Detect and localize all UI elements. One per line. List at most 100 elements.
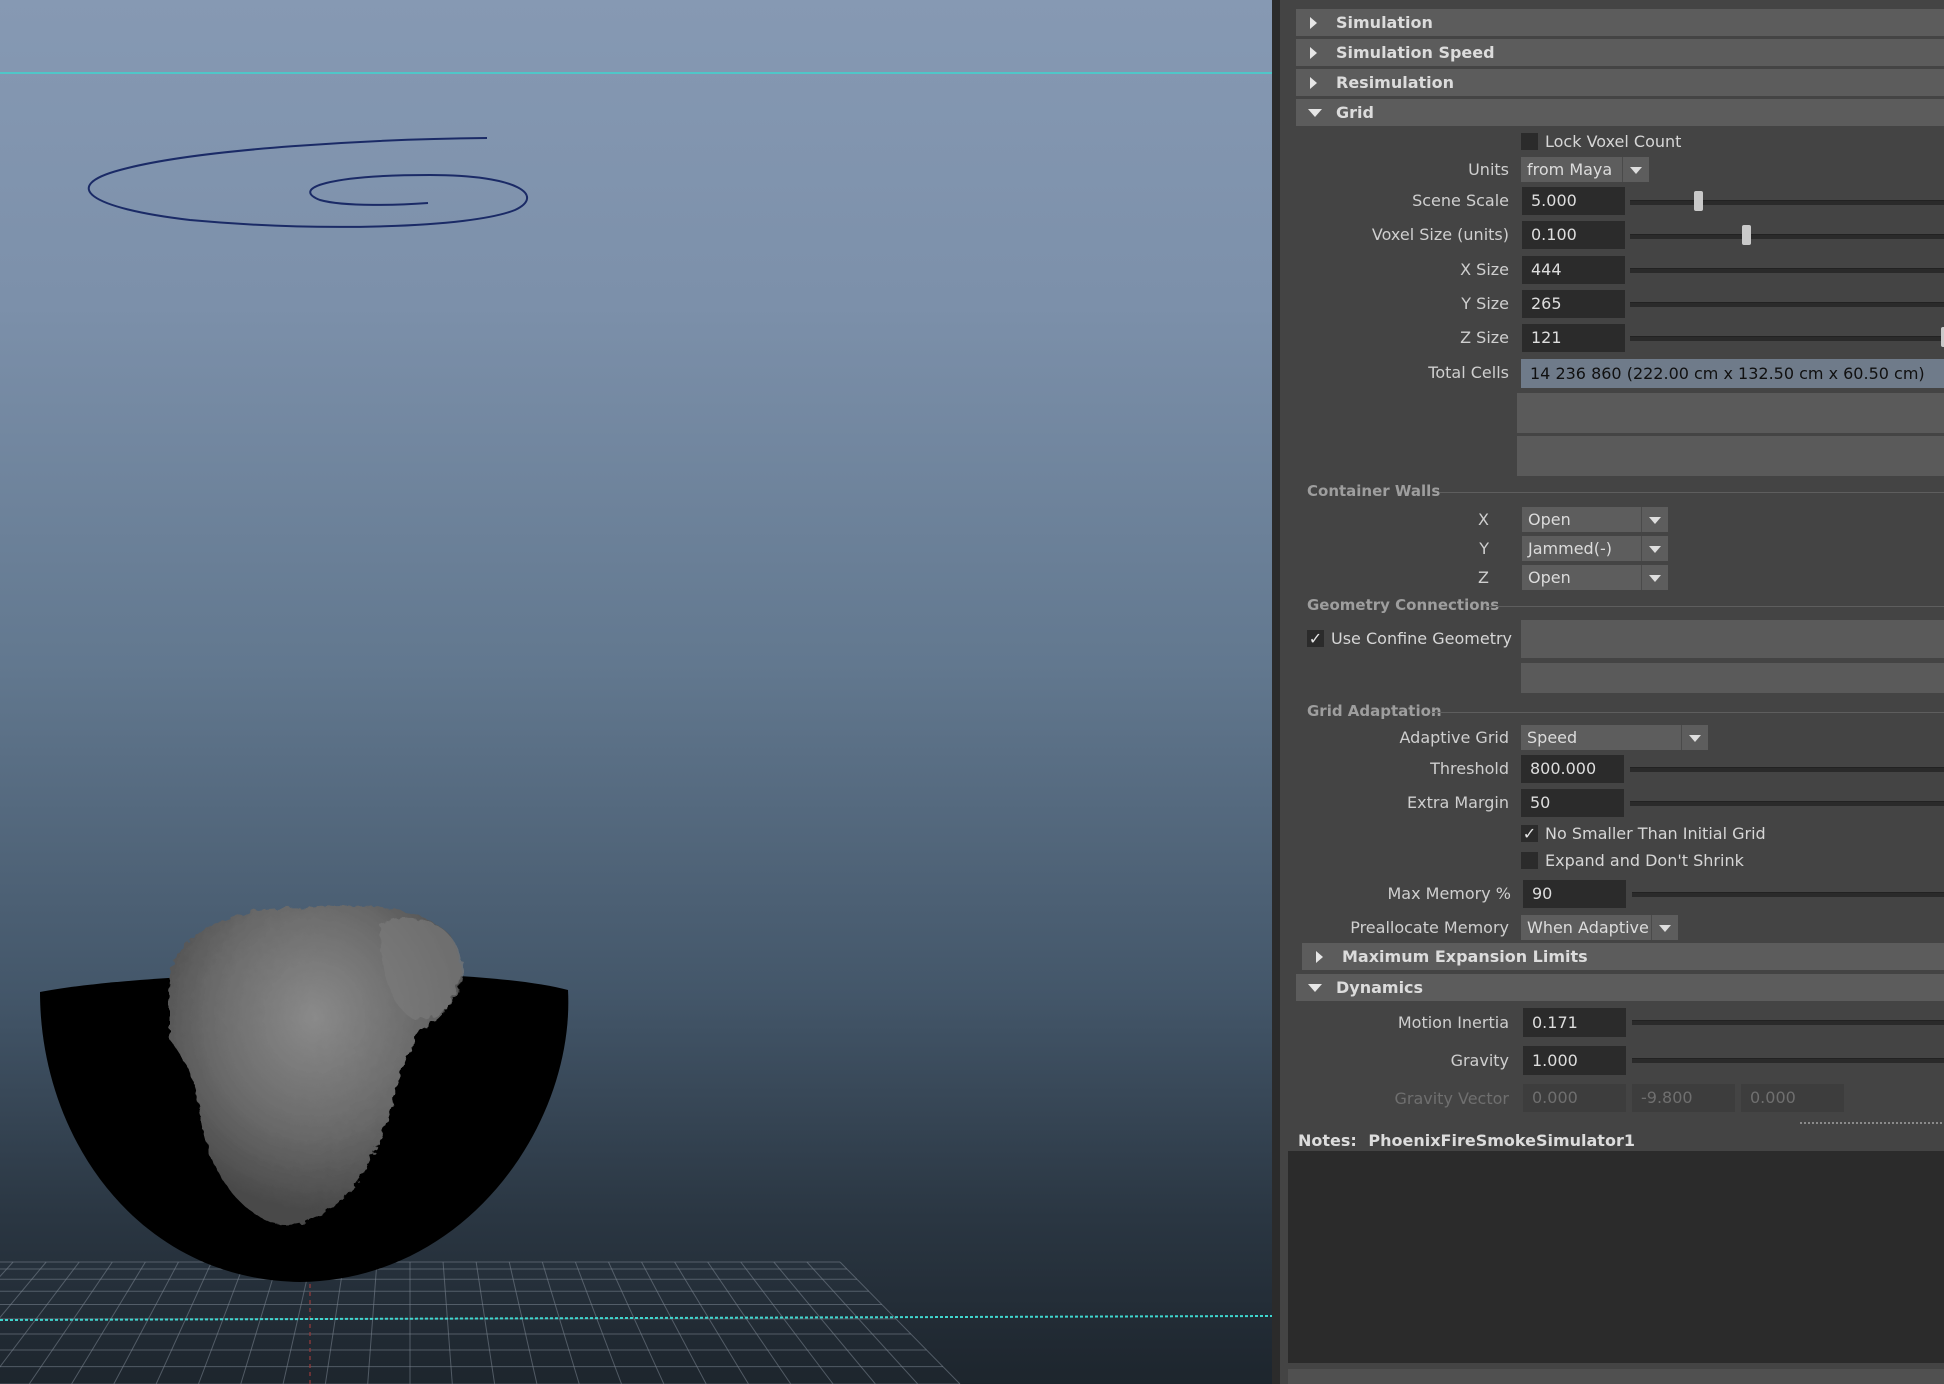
gravity-vector-y-field[interactable]: -9.800: [1632, 1084, 1735, 1112]
checkmark-icon: ✓: [1522, 824, 1537, 843]
lock-voxel-count-checkbox[interactable]: [1521, 133, 1538, 150]
section-grid[interactable]: Grid: [1296, 99, 1944, 126]
ground-grid-line: [367, 1261, 378, 1384]
extra-margin-slider[interactable]: [1630, 801, 1944, 806]
notes-label: Notes:: [1298, 1131, 1357, 1150]
section-resimulation[interactable]: Resimulation: [1296, 69, 1944, 96]
motion-inertia-label: Motion Inertia: [1397, 1013, 1509, 1032]
section-title: Dynamics: [1336, 978, 1424, 997]
units-label: Units: [1468, 160, 1509, 179]
wall-y-dropdown[interactable]: Jammed(-): [1522, 536, 1668, 561]
x-size-field[interactable]: 444: [1522, 256, 1625, 284]
ground-grid-line: [113, 1261, 179, 1384]
ground-grid-line: [28, 1261, 113, 1384]
attribute-editor-panel: Simulation Simulation Speed Resimulation…: [1280, 0, 1944, 1384]
threshold-slider[interactable]: [1630, 767, 1944, 772]
scene-scale-slider-handle[interactable]: [1694, 191, 1704, 211]
gravity-vector-x-field[interactable]: 0.000: [1523, 1084, 1626, 1112]
container-walls-divider: [1440, 492, 1944, 493]
chevron-down-icon: [1641, 565, 1668, 590]
gravity-vector-z-field[interactable]: 0.000: [1741, 1084, 1844, 1112]
section-title: Simulation Speed: [1336, 43, 1495, 62]
gravity-label: Gravity: [1450, 1051, 1509, 1070]
scene-scale-field[interactable]: 5.000: [1522, 187, 1625, 215]
section-simulation-speed[interactable]: Simulation Speed: [1296, 39, 1944, 66]
ground-grid-line: [839, 1261, 961, 1384]
y-size-slider[interactable]: [1630, 302, 1944, 307]
adaptive-grid-dropdown[interactable]: Speed: [1521, 725, 1708, 750]
voxel-size-slider-handle[interactable]: [1742, 225, 1752, 245]
grid-adaptation-divider: [1430, 712, 1944, 713]
use-confine-geometry-checkbox[interactable]: ✓: [1307, 630, 1324, 647]
ground-grid-line: [0, 1261, 47, 1319]
gravity-slider[interactable]: [1632, 1058, 1944, 1063]
gravity-field[interactable]: 1.000: [1523, 1046, 1626, 1075]
extra-margin-field[interactable]: 50: [1521, 789, 1624, 817]
section-title: Simulation: [1336, 13, 1433, 32]
wall-z-label: Z: [1478, 568, 1489, 587]
ground-grid-line: [0, 1261, 80, 1368]
expand-arrow-icon: [1308, 69, 1320, 96]
ground-grid-line: [324, 1261, 345, 1384]
expand-dont-shrink-checkbox[interactable]: [1521, 852, 1538, 869]
max-memory-label: Max Memory %: [1387, 884, 1511, 903]
units-value: from Maya: [1527, 160, 1613, 179]
ground-grid-line: [806, 1261, 919, 1384]
chevron-down-icon: [1641, 507, 1668, 532]
collapse-arrow-icon: [1308, 99, 1322, 126]
section-dynamics[interactable]: Dynamics: [1296, 974, 1944, 1001]
ground-grid-line: [740, 1261, 834, 1384]
voxel-size-slider[interactable]: [1630, 234, 1944, 239]
motion-inertia-slider[interactable]: [1632, 1020, 1944, 1025]
scene-scale-label: Scene Scale: [1412, 191, 1509, 210]
3d-viewport[interactable]: [0, 0, 1272, 1384]
voxel-size-label: Voxel Size (units): [1371, 225, 1509, 244]
ground-grid-line: [608, 1261, 665, 1384]
threshold-field[interactable]: 800.000: [1521, 755, 1624, 783]
geometry-connections-divider: [1485, 606, 1944, 607]
ground-grid-line: [0, 1261, 14, 1278]
x-size-label: X Size: [1460, 260, 1509, 279]
scene-scale-slider[interactable]: [1630, 200, 1944, 205]
grid-empty-box-2: [1517, 436, 1944, 476]
wall-z-dropdown[interactable]: Open: [1522, 565, 1668, 590]
no-smaller-than-initial-grid-checkbox[interactable]: ✓: [1521, 825, 1538, 842]
notes-node-name: PhoenixFireSmokeSimulator1: [1368, 1131, 1635, 1150]
x-size-slider[interactable]: [1630, 268, 1944, 273]
ground-grid-line: [674, 1261, 749, 1384]
ground-grid-line: [773, 1261, 876, 1384]
max-memory-slider[interactable]: [1632, 892, 1944, 897]
section-title: Maximum Expansion Limits: [1342, 947, 1588, 966]
resize-grip-dots[interactable]: [1800, 1122, 1944, 1126]
confine-geometry-slot[interactable]: [1521, 620, 1944, 658]
preallocate-memory-dropdown[interactable]: When Adaptive: [1521, 915, 1678, 940]
wall-x-dropdown[interactable]: Open: [1522, 507, 1668, 532]
viewport-scene: [0, 72, 1272, 1384]
z-size-field[interactable]: 121: [1522, 324, 1625, 352]
geometry-empty-box: [1521, 663, 1944, 693]
lock-voxel-count-label: Lock Voxel Count: [1545, 132, 1682, 151]
voxel-size-field[interactable]: 0.100: [1522, 221, 1625, 249]
z-size-slider[interactable]: [1630, 336, 1944, 341]
max-memory-field[interactable]: 90: [1523, 880, 1626, 908]
units-dropdown[interactable]: from Maya: [1521, 157, 1649, 182]
section-maximum-expansion-limits[interactable]: Maximum Expansion Limits: [1302, 943, 1944, 970]
section-simulation[interactable]: Simulation: [1296, 9, 1944, 36]
chevron-down-icon: [1681, 725, 1708, 750]
expand-dont-shrink-label: Expand and Don't Shrink: [1545, 851, 1744, 870]
collapse-arrow-icon: [1308, 974, 1322, 1001]
section-title: Resimulation: [1336, 73, 1455, 92]
notes-textarea[interactable]: [1288, 1151, 1944, 1363]
ground-grid-line: [574, 1261, 623, 1384]
preallocate-memory-value: When Adaptive: [1527, 918, 1649, 937]
y-size-field[interactable]: 265: [1522, 290, 1625, 318]
no-smaller-than-initial-grid-label: No Smaller Than Initial Grid: [1545, 824, 1766, 843]
expand-arrow-icon: [1308, 39, 1320, 66]
use-confine-geometry-label: Use Confine Geometry: [1331, 629, 1513, 648]
chevron-down-icon: [1622, 157, 1649, 182]
expand-arrow-icon: [1314, 943, 1326, 970]
motion-inertia-field[interactable]: 0.171: [1523, 1008, 1626, 1037]
panel-splitter[interactable]: [1272, 0, 1280, 1384]
wall-x-label: X: [1478, 510, 1489, 529]
bottom-scrollbar[interactable]: [1288, 1369, 1944, 1384]
